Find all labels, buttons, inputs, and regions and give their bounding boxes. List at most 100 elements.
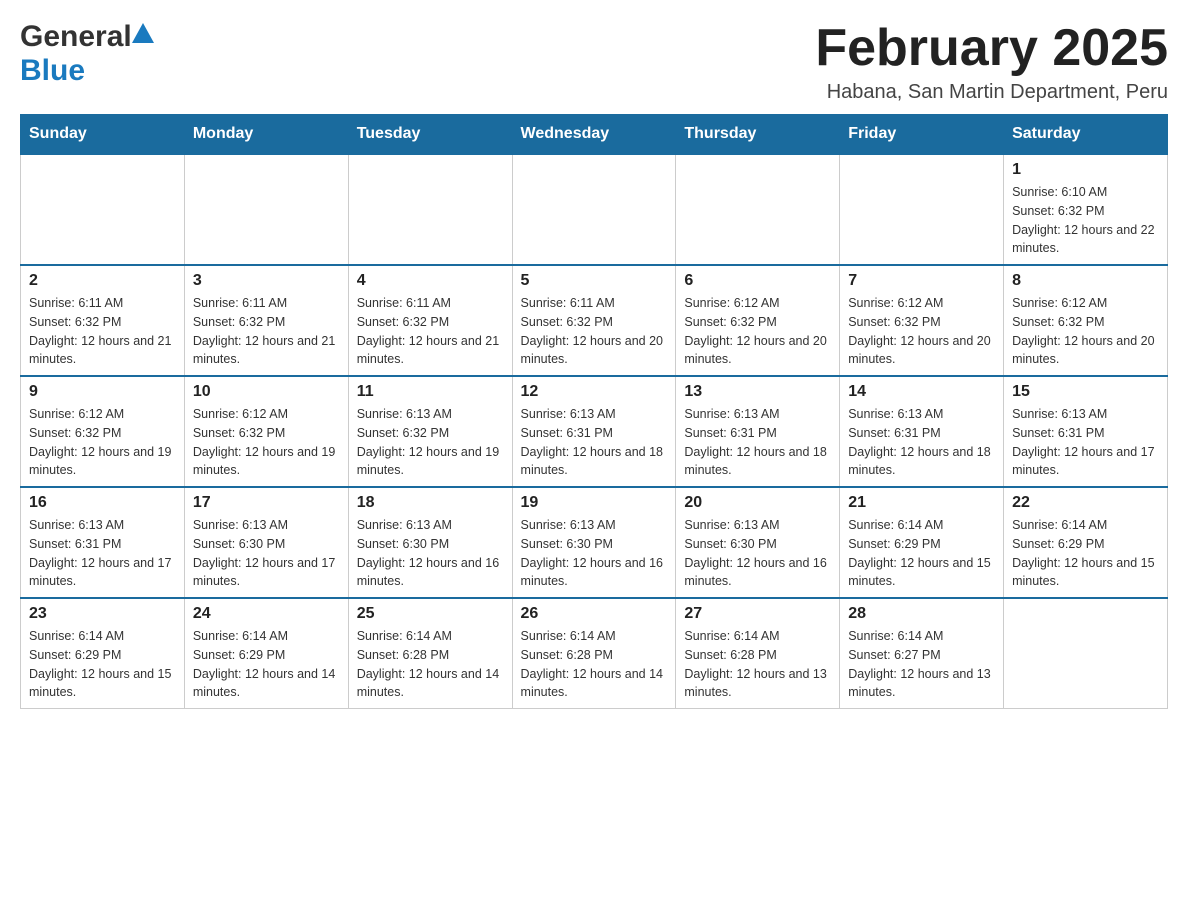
day-sun-info: Sunrise: 6:13 AMSunset: 6:30 PMDaylight:… [684,516,831,591]
calendar-cell: 17Sunrise: 6:13 AMSunset: 6:30 PMDayligh… [184,487,348,598]
day-sun-info: Sunrise: 6:14 AMSunset: 6:28 PMDaylight:… [521,627,668,702]
calendar-table: SundayMondayTuesdayWednesdayThursdayFrid… [20,114,1168,709]
day-number: 18 [357,494,504,512]
day-sun-info: Sunrise: 6:11 AMSunset: 6:32 PMDaylight:… [521,294,668,369]
day-number: 1 [1012,161,1159,179]
weekday-header-thursday: Thursday [676,115,840,155]
calendar-cell: 24 Sunrise: 6:14 AMSunset: 6:29 PMDayligh… [184,598,348,709]
day-sun-info: Sunrise: 6:13 AMSunset: 6:30 PMDaylight:… [357,516,504,591]
calendar-cell: 12 Sunrise: 6:13 AMSunset: 6:31 PMDayligh… [512,376,676,487]
day-number: 11 [357,383,504,401]
calendar-cell: 27Sunrise: 6:14 AMSunset: 6:28 PMDayligh… [676,598,840,709]
day-number: 22 [1012,494,1159,512]
day-number: 15 [1012,383,1159,401]
calendar-week-row: 23 Sunrise: 6:14 AMSunset: 6:29 PMDayligh… [21,598,1168,709]
calendar-week-row: 1 Sunrise: 6:10 AMSunset: 6:32 PMDaylight… [21,154,1168,265]
day-number: 6 [684,272,831,290]
weekday-header-wednesday: Wednesday [512,115,676,155]
day-sun-info: Sunrise: 6:11 AMSunset: 6:32 PMDaylight:… [193,294,340,369]
day-number: 9 [29,383,176,401]
calendar-cell: 5 Sunrise: 6:11 AMSunset: 6:32 PMDaylight… [512,265,676,376]
day-sun-info: Sunrise: 6:13 AMSunset: 6:30 PMDaylight:… [521,516,668,591]
day-sun-info: Sunrise: 6:12 AMSunset: 6:32 PMDaylight:… [848,294,995,369]
day-number: 8 [1012,272,1159,290]
calendar-cell: 11 Sunrise: 6:13 AMSunset: 6:32 PMDayligh… [348,376,512,487]
day-sun-info: Sunrise: 6:14 AMSunset: 6:29 PMDaylight:… [1012,516,1159,591]
calendar-cell: 22 Sunrise: 6:14 AMSunset: 6:29 PMDayligh… [1004,487,1168,598]
day-number: 19 [521,494,668,512]
calendar-cell: 7 Sunrise: 6:12 AMSunset: 6:32 PMDaylight… [840,265,1004,376]
day-sun-info: Sunrise: 6:10 AMSunset: 6:32 PMDaylight:… [1012,183,1159,258]
calendar-cell [184,154,348,265]
day-number: 4 [357,272,504,290]
calendar-cell: 10 Sunrise: 6:12 AMSunset: 6:32 PMDayligh… [184,376,348,487]
calendar-cell [21,154,185,265]
day-number: 12 [521,383,668,401]
day-sun-info: Sunrise: 6:14 AMSunset: 6:29 PMDaylight:… [193,627,340,702]
calendar-cell: 21 Sunrise: 6:14 AMSunset: 6:29 PMDayligh… [840,487,1004,598]
day-sun-info: Sunrise: 6:14 AMSunset: 6:27 PMDaylight:… [848,627,995,702]
day-sun-info: Sunrise: 6:13 AMSunset: 6:31 PMDaylight:… [521,405,668,480]
calendar-cell: 1 Sunrise: 6:10 AMSunset: 6:32 PMDaylight… [1004,154,1168,265]
day-sun-info: Sunrise: 6:12 AMSunset: 6:32 PMDaylight:… [29,405,176,480]
weekday-header-saturday: Saturday [1004,115,1168,155]
day-number: 7 [848,272,995,290]
calendar-cell [840,154,1004,265]
day-sun-info: Sunrise: 6:13 AMSunset: 6:31 PMDaylight:… [848,405,995,480]
calendar-cell: 18 Sunrise: 6:13 AMSunset: 6:30 PMDayligh… [348,487,512,598]
location-subtitle: Habana, San Martin Department, Peru [815,81,1168,104]
day-number: 20 [684,494,831,512]
logo: General Blue [20,20,154,88]
day-sun-info: Sunrise: 6:13 AMSunset: 6:31 PMDaylight:… [684,405,831,480]
weekday-header-tuesday: Tuesday [348,115,512,155]
calendar-week-row: 16 Sunrise: 6:13 AMSunset: 6:31 PMDayligh… [21,487,1168,598]
day-number: 23 [29,605,176,623]
day-number: 13 [684,383,831,401]
calendar-cell: 2Sunrise: 6:11 AMSunset: 6:32 PMDaylight… [21,265,185,376]
day-sun-info: Sunrise: 6:14 AMSunset: 6:28 PMDaylight:… [357,627,504,702]
calendar-cell: 15Sunrise: 6:13 AMSunset: 6:31 PMDayligh… [1004,376,1168,487]
day-sun-info: Sunrise: 6:14 AMSunset: 6:29 PMDaylight:… [848,516,995,591]
calendar-cell: 3 Sunrise: 6:11 AMSunset: 6:32 PMDaylight… [184,265,348,376]
weekday-header-row: SundayMondayTuesdayWednesdayThursdayFrid… [21,115,1168,155]
calendar-cell: 14 Sunrise: 6:13 AMSunset: 6:31 PMDayligh… [840,376,1004,487]
day-number: 10 [193,383,340,401]
day-sun-info: Sunrise: 6:12 AMSunset: 6:32 PMDaylight:… [684,294,831,369]
calendar-cell: 9 Sunrise: 6:12 AMSunset: 6:32 PMDaylight… [21,376,185,487]
day-sun-info: Sunrise: 6:13 AMSunset: 6:32 PMDaylight:… [357,405,504,480]
calendar-cell: 25Sunrise: 6:14 AMSunset: 6:28 PMDayligh… [348,598,512,709]
month-year-title: February 2025 [815,20,1168,77]
day-sun-info: Sunrise: 6:14 AMSunset: 6:28 PMDaylight:… [684,627,831,702]
day-number: 24 [193,605,340,623]
calendar-cell: 23 Sunrise: 6:14 AMSunset: 6:29 PMDayligh… [21,598,185,709]
day-sun-info: Sunrise: 6:13 AMSunset: 6:31 PMDaylight:… [29,516,176,591]
calendar-cell: 13 Sunrise: 6:13 AMSunset: 6:31 PMDayligh… [676,376,840,487]
calendar-cell: 6 Sunrise: 6:12 AMSunset: 6:32 PMDaylight… [676,265,840,376]
calendar-cell: 16 Sunrise: 6:13 AMSunset: 6:31 PMDayligh… [21,487,185,598]
weekday-header-sunday: Sunday [21,115,185,155]
weekday-header-monday: Monday [184,115,348,155]
calendar-cell: 8 Sunrise: 6:12 AMSunset: 6:32 PMDaylight… [1004,265,1168,376]
day-number: 26 [521,605,668,623]
page-header: General Blue February 2025 Habana, San M… [20,20,1168,104]
calendar-week-row: 9 Sunrise: 6:12 AMSunset: 6:32 PMDaylight… [21,376,1168,487]
calendar-cell [1004,598,1168,709]
calendar-cell: 26 Sunrise: 6:14 AMSunset: 6:28 PMDayligh… [512,598,676,709]
day-number: 3 [193,272,340,290]
day-sun-info: Sunrise: 6:14 AMSunset: 6:29 PMDaylight:… [29,627,176,702]
calendar-cell: 20 Sunrise: 6:13 AMSunset: 6:30 PMDayligh… [676,487,840,598]
logo-general-text: General [20,20,132,54]
day-number: 5 [521,272,668,290]
calendar-cell [348,154,512,265]
calendar-week-row: 2Sunrise: 6:11 AMSunset: 6:32 PMDaylight… [21,265,1168,376]
calendar-cell [676,154,840,265]
day-number: 14 [848,383,995,401]
day-sun-info: Sunrise: 6:12 AMSunset: 6:32 PMDaylight:… [1012,294,1159,369]
day-sun-info: Sunrise: 6:11 AMSunset: 6:32 PMDaylight:… [357,294,504,369]
calendar-cell: 4 Sunrise: 6:11 AMSunset: 6:32 PMDaylight… [348,265,512,376]
title-section: February 2025 Habana, San Martin Departm… [815,20,1168,104]
day-number: 21 [848,494,995,512]
day-sun-info: Sunrise: 6:11 AMSunset: 6:32 PMDaylight:… [29,294,176,369]
day-number: 16 [29,494,176,512]
day-sun-info: Sunrise: 6:12 AMSunset: 6:32 PMDaylight:… [193,405,340,480]
